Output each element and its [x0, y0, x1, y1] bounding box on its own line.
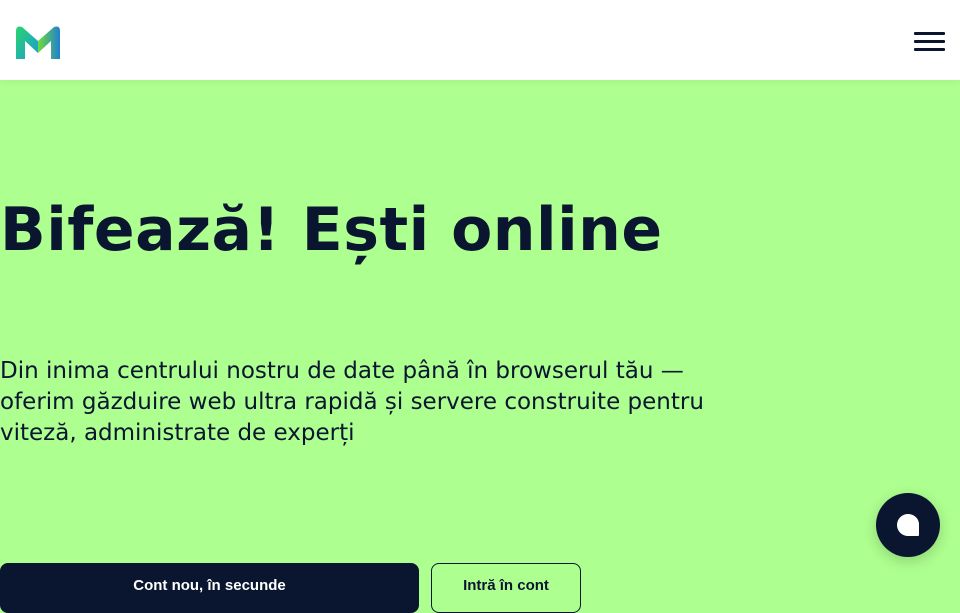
- hero-section: Bifează! Ești online Din inima centrului…: [0, 80, 960, 613]
- chat-bubble-icon: [897, 514, 919, 536]
- m-logo-icon[interactable]: [16, 25, 60, 61]
- menu-bar: [914, 48, 945, 51]
- menu-bar: [914, 40, 945, 43]
- login-button[interactable]: Intră în cont: [431, 563, 581, 613]
- hero-title: Bifează! Ești online: [0, 195, 663, 265]
- site-header: [0, 0, 960, 80]
- menu-bar: [914, 32, 945, 35]
- create-account-button[interactable]: Cont nou, în secunde: [0, 563, 419, 613]
- hamburger-menu-icon[interactable]: [914, 32, 946, 54]
- chat-button[interactable]: [876, 493, 940, 557]
- hero-subtitle: Din inima centrului nostru de date până …: [0, 358, 704, 446]
